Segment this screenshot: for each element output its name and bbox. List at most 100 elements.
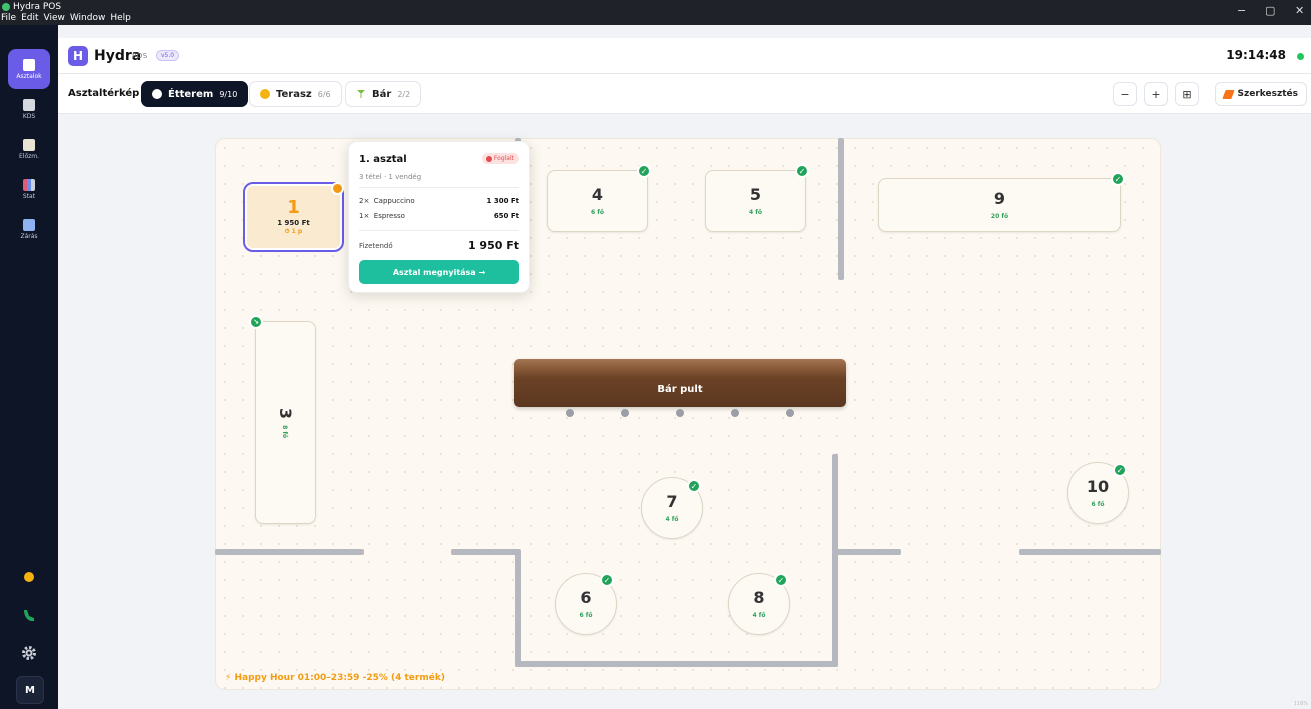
tab-bar[interactable]: Bár 2/2 [345,81,422,107]
tab-label: Terasz [276,88,312,100]
minimize-button[interactable]: − [1237,4,1246,17]
sidebar-item-label: Előzm. [18,152,40,160]
table-timer: ⏱ 1 p [284,227,303,235]
table-seats: 20 fő [990,212,1009,220]
table-3[interactable]: 3 8 fő [255,321,316,524]
online-status-dot [1297,53,1304,60]
open-table-button[interactable]: Asztal megnyitása → [359,260,519,284]
bar-chart-icon [23,178,35,191]
table-9[interactable]: 9 20 fő [878,178,1121,232]
menu-help[interactable]: Help [110,13,131,23]
bar-stool [731,409,739,417]
lightning-icon: ⚡ [225,673,232,683]
table-number: 7 [666,491,678,511]
table-1[interactable]: 1 1 950 Ft ⏱ 1 p [243,182,344,252]
table-number: 8 [753,587,765,607]
check-icon: ✓ [637,164,651,178]
check-icon: ✓ [600,573,614,587]
table-number: 1 [287,196,300,218]
maximize-button[interactable]: ▢ [1265,4,1275,17]
check-icon: ✓ [1111,172,1125,186]
menu-window[interactable]: Window [70,13,106,23]
table-number: 6 [580,587,592,607]
version-badge: v5.0 [156,50,180,61]
popup-subtitle: 3 tétel · 1 vendég [359,173,422,181]
wall [836,549,901,555]
order-item-desc: 1× Espresso [359,212,405,220]
table-4[interactable]: 4 6 fő [547,170,648,232]
table-seats: 4 fő [752,611,766,619]
tab-count: 6/6 [317,89,331,99]
table-number: 3 [276,407,296,419]
menu-bar: File Edit View Window Help [0,13,131,23]
table-5[interactable]: 5 4 fő [705,170,806,232]
sidebar-item-elozm[interactable]: Előzm. [8,129,50,169]
floor-toolbar: Asztaltérkép Étterem 9/10 Terasz 6/6 Bár… [58,74,1311,114]
table-seats: 6 fő [1091,500,1105,508]
app-icon [2,3,10,11]
close-button[interactable]: ✕ [1295,4,1304,17]
happy-hour-text: Happy Hour 01:00–23:59 -25% (4 termék) [234,673,445,683]
order-item-price: 1 300 Ft [486,197,519,205]
sidebar-item-kds[interactable]: KDS [8,89,50,129]
menu-view[interactable]: View [44,13,65,23]
sidebar-item-zaras[interactable]: Zárás [8,209,50,249]
edit-button-label: Szerkesztés [1237,89,1298,99]
tab-label: Bár [372,88,392,100]
zoom-in-button[interactable]: + [1144,82,1168,106]
check-icon: ✓ [795,164,809,178]
order-item-desc: 2× Cappuccino [359,197,415,205]
wall [838,138,844,280]
tab-terasz[interactable]: Terasz 6/6 [249,81,342,107]
wall [832,454,838,667]
order-item-qty: 1× [359,212,370,220]
table-seats: 8 fő [281,424,289,438]
sidebar-item-label: KDS [22,112,36,120]
sun-icon[interactable] [21,569,37,585]
total-value: 1 950 Ft [467,239,519,252]
table-details-popup: 1. asztal Foglalt 3 tétel · 1 vendég 2× … [348,141,530,293]
plate-icon [152,89,162,99]
tab-count: 9/10 [219,89,238,99]
divider [359,187,519,188]
sidebar: Asztalok KDS Előzm. Stat Zárás [0,25,58,709]
sun-icon [260,89,270,99]
tab-etterem[interactable]: Étterem 9/10 [141,81,249,107]
sidebar-item-label: Stat [22,192,36,200]
total-label: Fizetendő [359,241,393,250]
popup-title: 1. asztal [359,154,407,165]
gear-icon[interactable] [21,645,37,661]
zoom-indicator: 116% [1293,701,1308,707]
sidebar-item-asztalok[interactable]: Asztalok [8,49,50,89]
zoom-out-button[interactable]: − [1113,82,1137,106]
user-avatar[interactable]: M [16,676,44,704]
edit-button[interactable]: Szerkesztés [1214,82,1307,106]
bar-label: Bár pult [657,384,703,395]
wall [451,549,519,555]
table-total: 1 950 Ft [277,218,310,227]
wall [515,549,521,667]
pending-status-icon: ↘ [249,315,263,329]
check-icon: ✓ [1113,463,1127,477]
phone-icon[interactable] [21,607,37,623]
printer-icon [23,98,35,111]
order-item-name: Espresso [373,212,405,220]
sidebar-item-stat[interactable]: Stat [8,169,50,209]
happy-hour-banner: ⚡ Happy Hour 01:00–23:59 -25% (4 termék) [225,673,445,683]
brand-subtitle: POS [132,52,148,60]
table-number: 5 [749,184,762,204]
logo: H [68,46,88,66]
bar-stool [786,409,794,417]
wall [1019,549,1161,555]
table-number: 4 [591,184,604,204]
bar-stool [621,409,629,417]
order-item-name: Cappuccino [373,197,415,205]
menu-file[interactable]: File [1,13,16,23]
sidebar-item-label: Asztalok [16,72,42,80]
wall [215,549,364,555]
order-item-qty: 2× [359,197,370,205]
menu-edit[interactable]: Edit [21,13,38,23]
table-seats: 4 fő [665,515,679,523]
grid-toggle-button[interactable]: ⊞ [1175,82,1199,106]
bar-counter: Bár pult [514,359,846,407]
